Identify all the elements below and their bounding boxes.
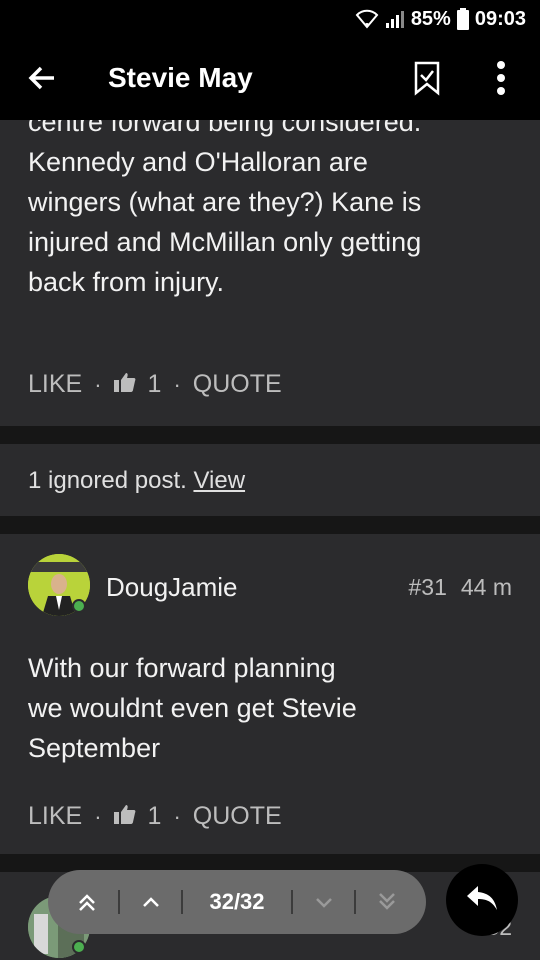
post-card: DougJamie #31 44 m With our forward plan… — [0, 534, 540, 854]
first-page-icon[interactable] — [72, 887, 102, 917]
page-navigator: 32/32 — [48, 870, 426, 934]
thumbs-up-icon — [113, 802, 136, 831]
reply-icon — [466, 884, 498, 917]
previous-page-icon[interactable] — [136, 887, 166, 917]
like-count: 1 — [147, 802, 162, 830]
battery-icon — [456, 8, 469, 30]
separator-dot: · — [173, 371, 181, 397]
post-line: back from injury. — [28, 267, 225, 297]
pager-divider — [181, 890, 184, 914]
post-line: wingers (what are they?) Kane is — [28, 187, 422, 217]
online-status-dot — [72, 599, 86, 613]
pager-divider — [117, 890, 120, 914]
username[interactable]: DougJamie — [106, 572, 238, 603]
post-card: centre forward being considered. Kennedy… — [0, 100, 540, 426]
separator-dot: · — [94, 371, 102, 397]
pager-divider — [354, 890, 357, 914]
status-bar: 85% 09:03 — [0, 0, 540, 38]
view-ignored-link[interactable]: View — [193, 467, 245, 494]
post-actions: LIKE · 1 · QUOTE — [28, 370, 282, 399]
post-line: With our forward planning — [28, 653, 336, 683]
like-count: 1 — [147, 370, 162, 398]
post-line: injured and McMillan only getting — [28, 227, 422, 257]
screen: 85% 09:03 Stevie May centre forward bein… — [0, 0, 540, 960]
arrow-left-icon[interactable] — [24, 60, 60, 96]
separator-dot: · — [94, 803, 102, 829]
post-meta: #31 44 m — [408, 574, 512, 601]
post-body: With our forward planning we wouldnt eve… — [28, 648, 508, 768]
post-line: we wouldnt even get Stevie — [28, 693, 357, 723]
thumbs-up-icon — [113, 370, 136, 399]
signal-icon — [385, 9, 405, 29]
divider — [0, 516, 540, 534]
reply-button[interactable] — [446, 864, 518, 936]
bookmark-icon[interactable] — [412, 60, 442, 96]
post-body: centre forward being considered. Kennedy… — [28, 102, 518, 302]
last-page-icon[interactable] — [372, 887, 402, 917]
post-line: Kennedy and O'Halloran are — [28, 147, 368, 177]
like-button[interactable]: LIKE — [28, 802, 82, 831]
pager-divider — [290, 890, 293, 914]
ignored-post-notice: 1 ignored post. View — [0, 444, 540, 516]
quote-button[interactable]: QUOTE — [193, 370, 282, 399]
page-indicator[interactable]: 32/32 — [199, 889, 275, 915]
wifi-icon — [355, 9, 379, 29]
next-page-icon[interactable] — [309, 887, 339, 917]
clock: 09:03 — [474, 7, 526, 30]
post-time: 44 m — [460, 574, 512, 600]
quote-button[interactable]: QUOTE — [193, 802, 282, 831]
like-button[interactable]: LIKE — [28, 370, 82, 399]
divider — [0, 426, 540, 444]
app-bar: Stevie May — [0, 38, 540, 120]
post-number[interactable]: #31 — [408, 574, 446, 601]
page-title: Stevie May — [108, 62, 253, 93]
post-actions: LIKE · 1 · QUOTE — [28, 802, 282, 831]
more-vert-icon[interactable] — [486, 58, 516, 98]
ignored-text: 1 ignored post. — [28, 467, 187, 494]
separator-dot: · — [173, 803, 181, 829]
post-line: September — [28, 733, 161, 763]
battery-percent: 85% — [410, 7, 451, 30]
online-status-dot — [72, 940, 86, 954]
